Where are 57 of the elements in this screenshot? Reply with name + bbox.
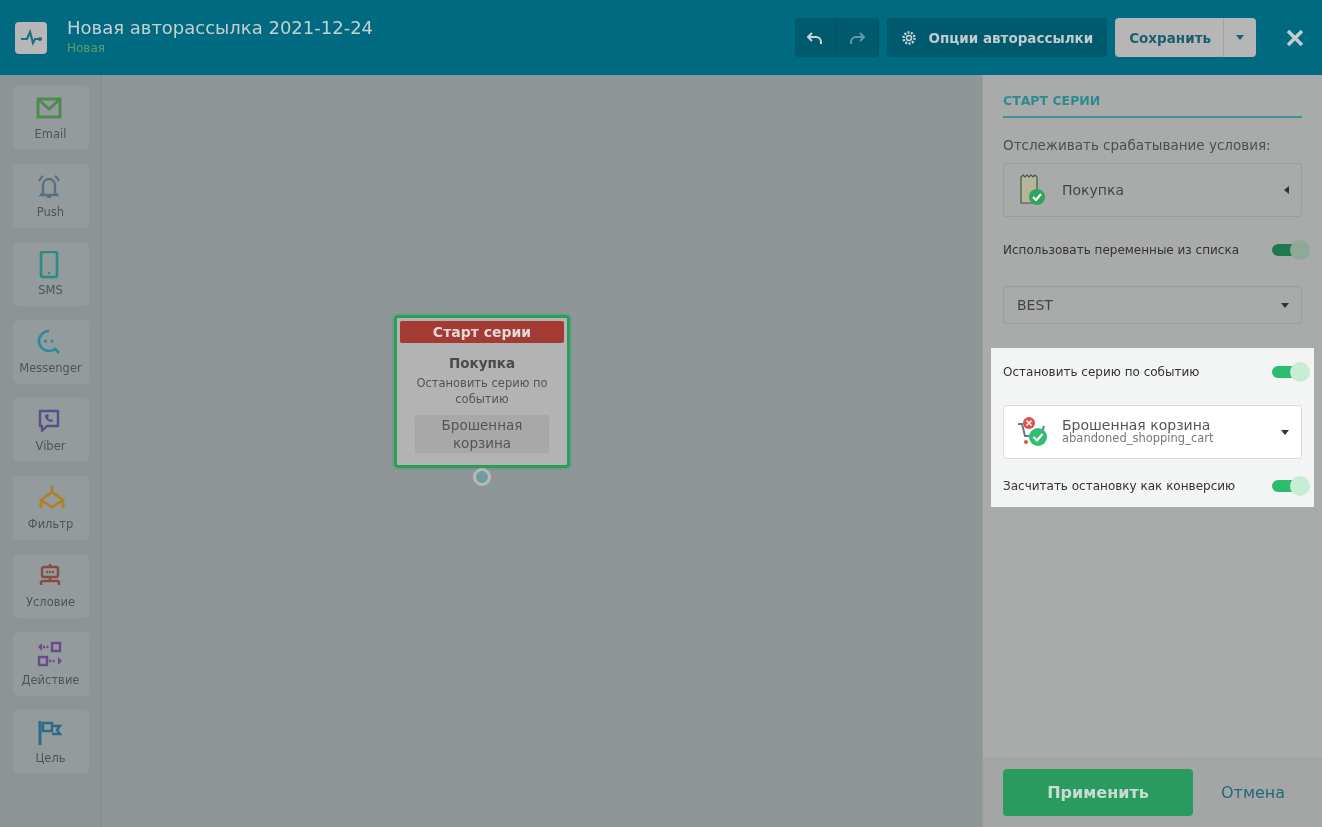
node-event: Покупка xyxy=(448,355,516,371)
tool-tile[interactable]: Viber xyxy=(12,398,89,462)
tool-label: SMS xyxy=(38,283,63,297)
tool-tile[interactable]: Messenger xyxy=(12,320,89,384)
node-header: Старт серии xyxy=(400,321,564,343)
event-select[interactable]: Покупка xyxy=(1003,163,1302,217)
options-button[interactable]: Опции авторассылки xyxy=(886,18,1108,57)
caret-icon xyxy=(1281,429,1289,435)
section-title: СТАРТ СЕРИИ xyxy=(1003,93,1302,118)
close-button[interactable] xyxy=(1286,28,1304,47)
select-subvalue: abandoned_shopping_cart xyxy=(1062,432,1215,445)
tool-tile[interactable]: Условие xyxy=(12,554,89,618)
variables-select[interactable]: BEST xyxy=(1003,286,1302,324)
tool-tile[interactable]: Push xyxy=(12,164,89,228)
tool-label: Действие xyxy=(21,673,80,687)
tool-tile[interactable]: SMS xyxy=(12,242,89,306)
caret-icon xyxy=(1236,35,1244,40)
apply-button[interactable]: Применить xyxy=(1003,768,1193,816)
stop-event-select[interactable]: Брошенная корзина abandoned_shopping_cart xyxy=(1003,405,1302,459)
tool-label: Push xyxy=(36,205,65,219)
tool-label: Messenger xyxy=(19,361,82,375)
tool-tile[interactable]: Действие xyxy=(12,632,89,696)
cart-check-icon xyxy=(1016,416,1050,448)
gear-icon xyxy=(900,29,917,46)
toggle-switch[interactable] xyxy=(1270,475,1310,497)
tool-tile[interactable]: Email xyxy=(12,86,89,150)
toggle-label: Засчитать остановку как конверсию xyxy=(1003,479,1236,493)
cancel-link[interactable]: Отмена xyxy=(1221,782,1286,802)
tool-label: Email xyxy=(34,127,67,141)
tool-label: Viber xyxy=(35,439,66,453)
track-label: Отслеживать срабатывание условия: xyxy=(1003,137,1272,153)
save-button[interactable]: Сохранить xyxy=(1115,18,1224,57)
tool-label: Цель xyxy=(35,751,66,765)
campaign-title: Новая авторассылка 2021-12-24 xyxy=(67,16,374,38)
receipt-check-icon xyxy=(1018,174,1048,206)
series-start-node[interactable]: Старт серии Покупка Остановить серию по событию Брошенная корзина xyxy=(394,315,570,468)
tool-label: Условие xyxy=(25,595,75,609)
toggle-label: Использовать переменные из списка xyxy=(1003,243,1239,257)
redo-icon xyxy=(849,29,865,46)
toggle-switch[interactable] xyxy=(1270,361,1310,383)
campaign-status: Новая xyxy=(67,40,106,55)
undo-icon xyxy=(807,29,823,46)
tool-tile[interactable]: Цель xyxy=(12,710,89,774)
save-menu-button[interactable] xyxy=(1224,18,1256,57)
toggle-switch[interactable] xyxy=(1270,239,1310,261)
caret-icon xyxy=(1284,186,1289,194)
node-tag: Брошенная корзина xyxy=(415,415,549,453)
node-note: Остановить серию по событию xyxy=(415,375,549,407)
connector-handle[interactable] xyxy=(473,468,491,486)
undo-button[interactable] xyxy=(794,18,837,57)
tool-tile[interactable]: Фильтр xyxy=(12,476,89,540)
caret-icon xyxy=(1281,302,1289,308)
tool-label: Фильтр xyxy=(27,517,74,531)
redo-button[interactable] xyxy=(836,18,879,57)
toggle-label: Остановить серию по событию xyxy=(1003,365,1200,379)
select-value: Брошенная корзина xyxy=(1062,419,1211,432)
close-icon xyxy=(1286,28,1304,47)
